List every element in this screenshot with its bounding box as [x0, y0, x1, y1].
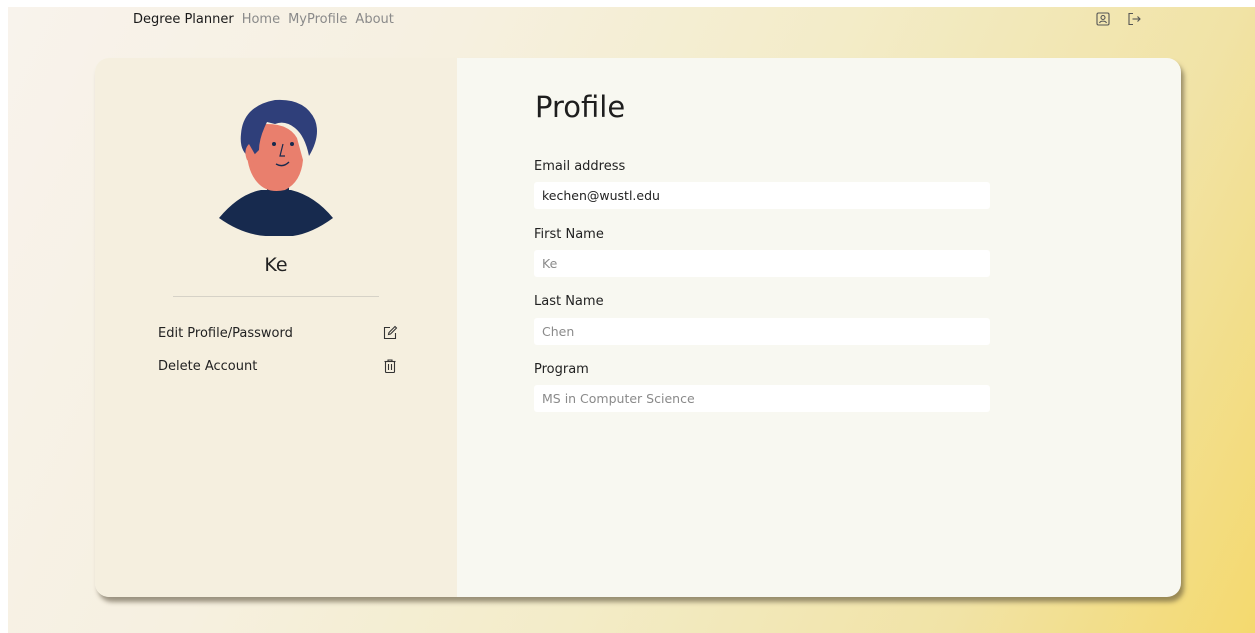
nav-home-link[interactable]: Home	[242, 12, 280, 27]
profile-icon[interactable]	[1094, 10, 1112, 28]
edit-profile-label: Edit Profile/Password	[158, 325, 293, 341]
profile-sidebar: Ke Edit Profile/Password Delete Account	[95, 58, 457, 597]
last-name-label: Last Name	[534, 294, 604, 309]
last-name-field[interactable]	[534, 318, 990, 345]
edit-icon[interactable]	[382, 325, 398, 341]
nav-myprofile-link[interactable]: MyProfile	[288, 12, 347, 27]
profile-username: Ke	[264, 254, 288, 276]
avatar	[219, 99, 333, 236]
divider	[173, 296, 379, 297]
program-field[interactable]	[534, 385, 990, 412]
page-title: Profile	[535, 90, 626, 124]
top-nav: Degree Planner Home MyProfile About	[133, 10, 394, 28]
email-field[interactable]	[534, 182, 990, 209]
logout-icon[interactable]	[1125, 10, 1143, 28]
profile-form: Profile Email address First Name Last Na…	[457, 58, 1181, 597]
trash-icon[interactable]	[382, 358, 398, 374]
delete-account-label: Delete Account	[158, 358, 258, 374]
delete-account-menu-item[interactable]: Delete Account	[158, 356, 398, 376]
edit-profile-menu-item[interactable]: Edit Profile/Password	[158, 323, 398, 343]
email-label: Email address	[534, 159, 626, 174]
profile-card: Ke Edit Profile/Password Delete Account	[95, 58, 1181, 597]
nav-about-link[interactable]: About	[355, 12, 393, 27]
program-label: Program	[534, 362, 589, 377]
first-name-field[interactable]	[534, 250, 990, 277]
brand-link[interactable]: Degree Planner	[133, 12, 234, 27]
first-name-label: First Name	[534, 227, 604, 242]
top-actions	[1094, 10, 1143, 28]
